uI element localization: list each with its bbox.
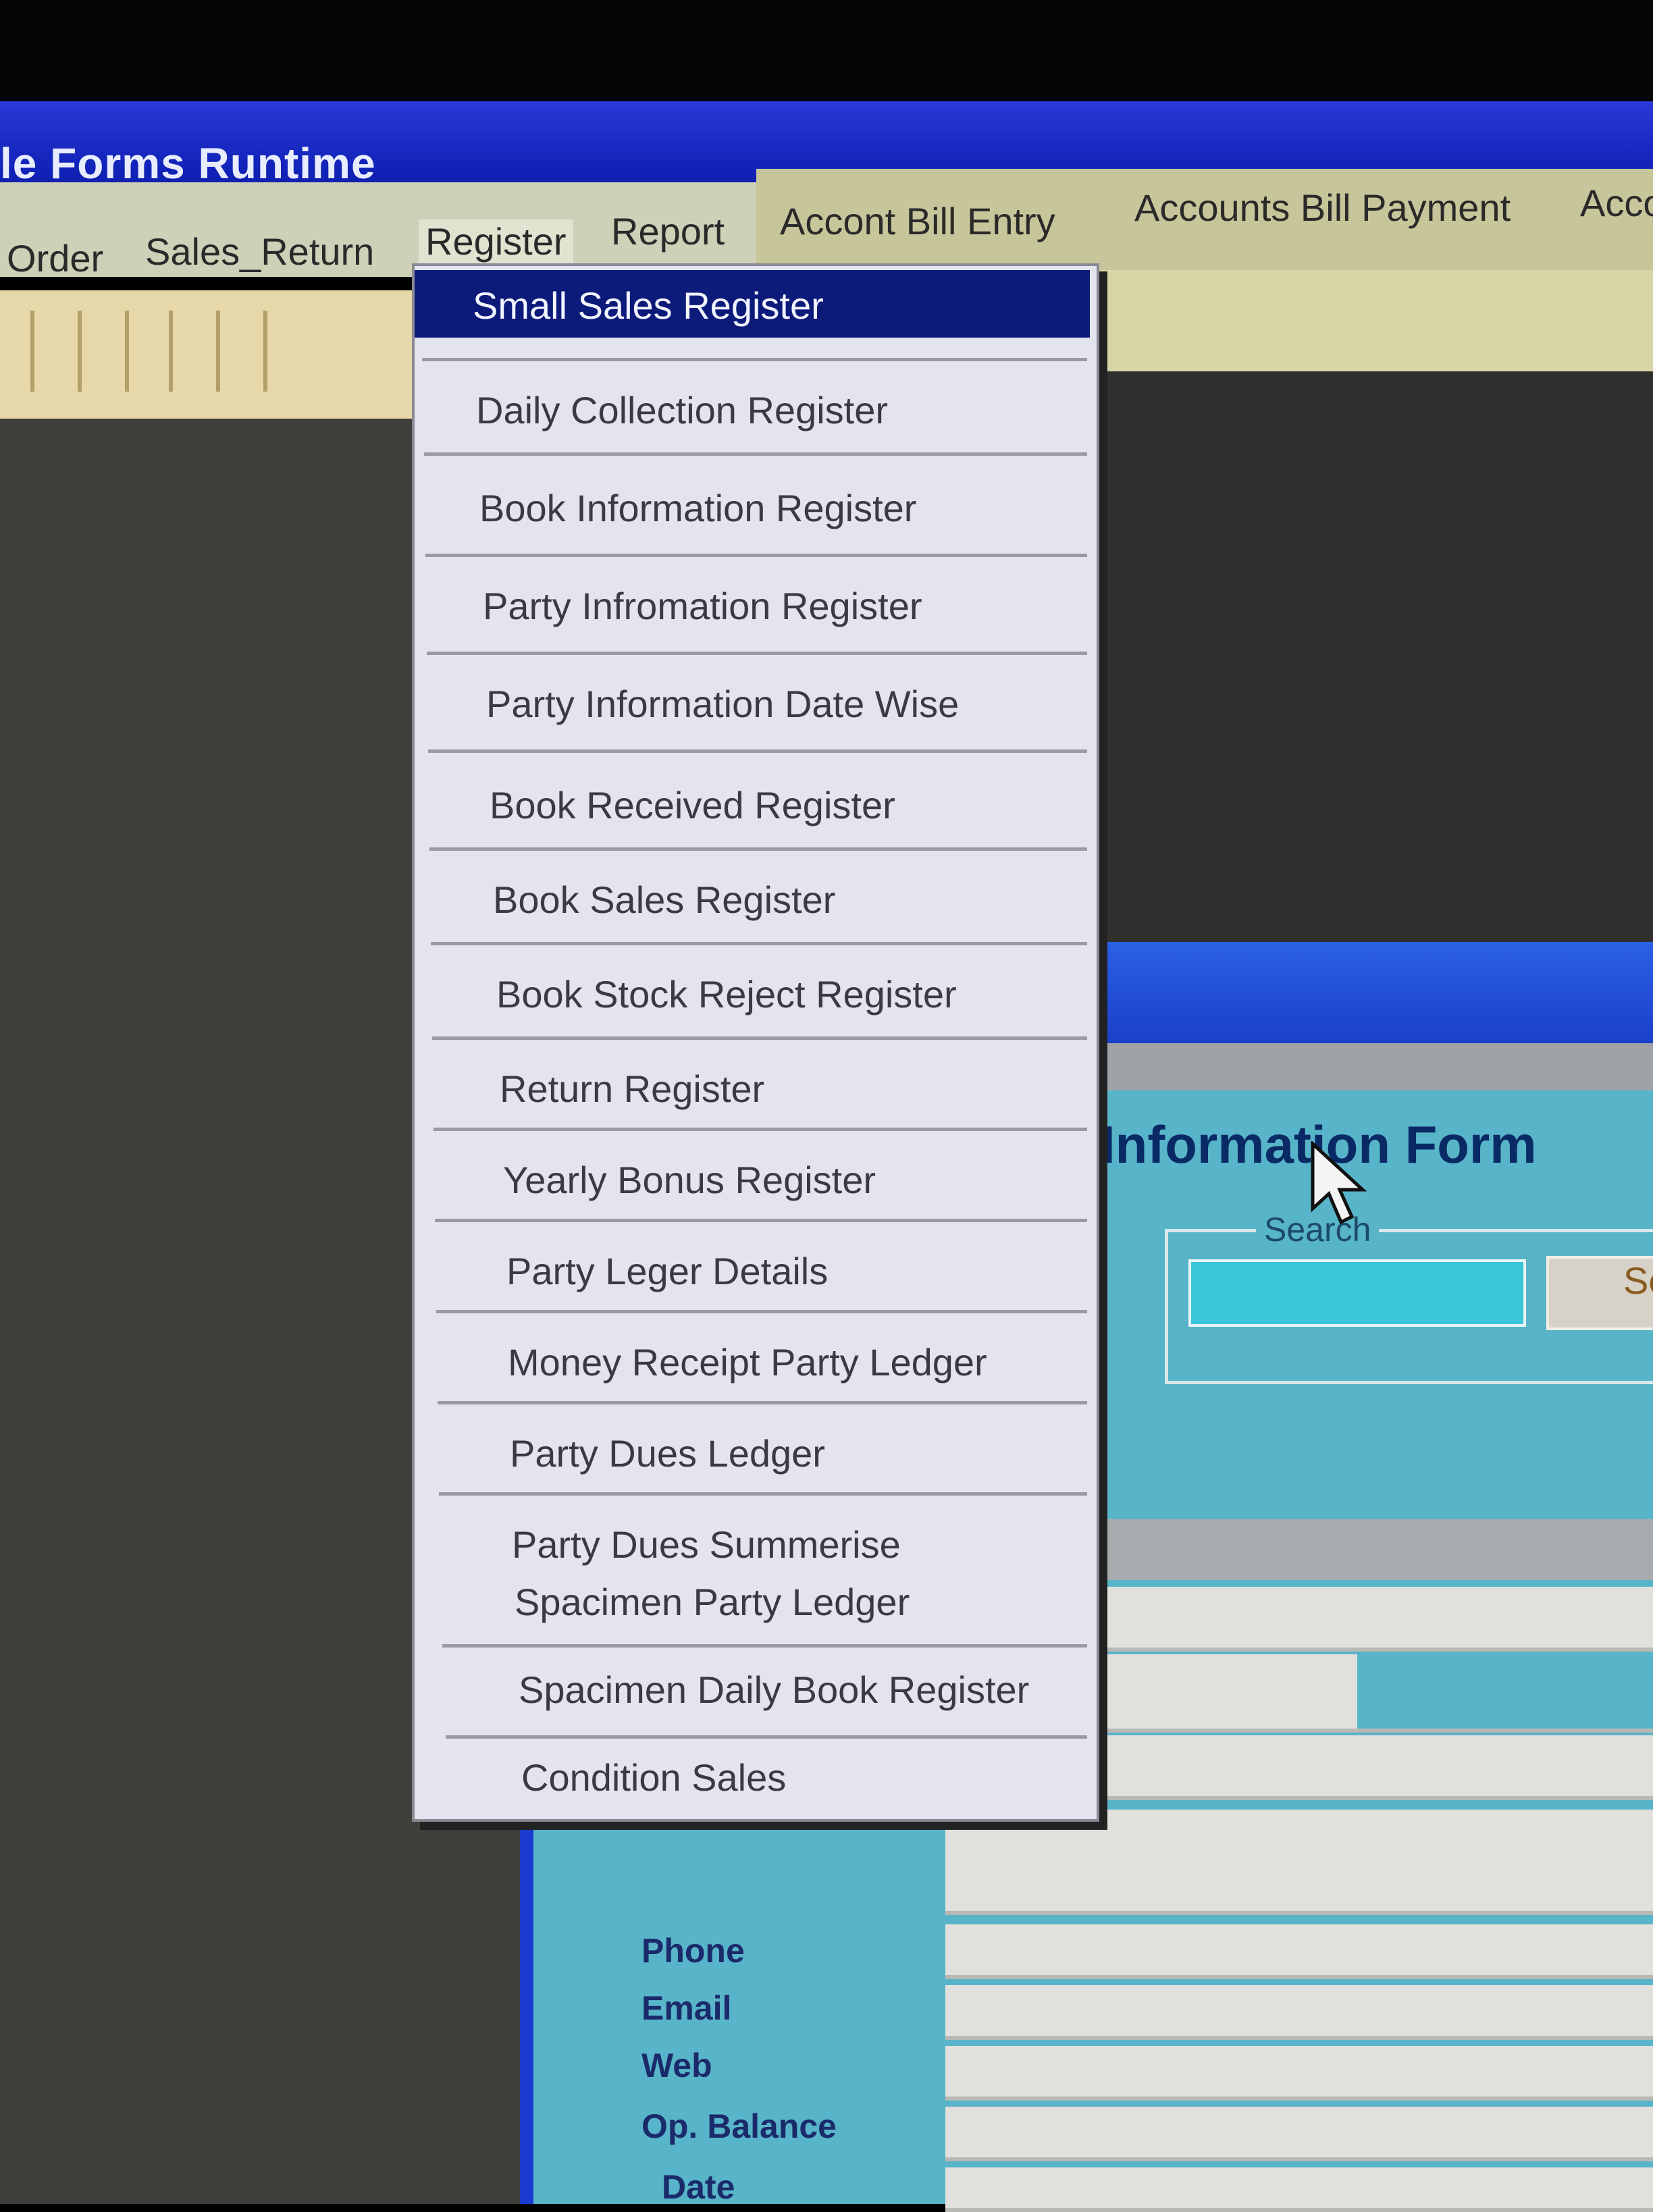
search-input[interactable] (1188, 1259, 1526, 1327)
toolbar-separator (78, 311, 82, 392)
menu-accounts-more[interactable]: Acco (1580, 181, 1653, 225)
menu-separator (434, 1128, 1087, 1131)
phone-field[interactable] (945, 1924, 1653, 1979)
menu-account-bill-entry[interactable]: Accont Bill Entry (780, 199, 1055, 243)
date-field[interactable] (945, 2167, 1653, 2212)
menu-item-daily-collection-register[interactable]: Daily Collection Register (476, 388, 888, 432)
menu-item-party-dues-summerise[interactable]: Party Dues Summerise (512, 1523, 901, 1566)
menu-report[interactable]: Report (611, 209, 725, 253)
menu-separator (432, 1036, 1087, 1040)
menu-separator (442, 1644, 1087, 1648)
toolbar-separator (30, 311, 34, 392)
mdi-background-dark (1080, 365, 1653, 945)
menu-separator (439, 1492, 1087, 1496)
menu-item-party-information-date-wise[interactable]: Party Information Date Wise (486, 682, 959, 726)
toolbar (0, 290, 419, 419)
menu-separator (438, 1401, 1087, 1404)
menu-separator (425, 554, 1087, 557)
menu-separator (424, 452, 1087, 456)
form-divider (1080, 1519, 1653, 1580)
form-field-accent (1357, 1654, 1653, 1729)
web-label: Web (641, 2047, 712, 2084)
menu-sales-return[interactable]: Sales_Return (145, 230, 374, 273)
toolbar-separator (169, 311, 173, 392)
menu-item-book-received-register[interactable]: Book Received Register (490, 783, 895, 827)
menu-item-small-sales-register[interactable]: Small Sales Register (473, 284, 824, 327)
menu-separator (446, 1735, 1087, 1739)
menu-item-book-sales-register[interactable]: Book Sales Register (493, 878, 835, 922)
menu-separator (428, 749, 1087, 753)
menu-item-condition-sales[interactable]: Condition Sales (521, 1756, 786, 1799)
email-label: Email (641, 1989, 732, 2027)
menu-item-spacimen-daily-book-register[interactable]: Spacimen Daily Book Register (519, 1668, 1029, 1712)
menu-separator (431, 942, 1087, 945)
address-field[interactable] (945, 1810, 1653, 1915)
mouse-cursor-icon (1311, 1141, 1367, 1225)
email-field[interactable] (945, 1985, 1653, 2040)
phone-label: Phone (641, 1932, 745, 1970)
menu-separator (436, 1310, 1087, 1313)
window-title: le Forms Runtime (0, 139, 376, 188)
menu-separator (435, 1219, 1087, 1222)
menu-item-book-stock-reject-register[interactable]: Book Stock Reject Register (496, 972, 957, 1016)
menu-separator (429, 847, 1087, 851)
menu-register[interactable]: Register (419, 219, 573, 263)
menu-item-yearly-bonus-register[interactable]: Yearly Bonus Register (503, 1158, 876, 1202)
menu-separator (427, 652, 1087, 655)
menu-order[interactable]: Order (7, 236, 103, 280)
menu-item-party-dues-ledger[interactable]: Party Dues Ledger (510, 1431, 825, 1475)
web-field[interactable] (945, 2046, 1653, 2101)
menu-accounts-bill-payment[interactable]: Accounts Bill Payment (1134, 186, 1511, 230)
menu-separator (422, 358, 1087, 361)
menu-item-spacimen-party-ledger[interactable]: Spacimen Party Ledger (515, 1580, 910, 1624)
menu-item-party-infromation-register[interactable]: Party Infromation Register (483, 584, 922, 628)
form-toolbar (1080, 1043, 1653, 1090)
toolbar-separator (216, 311, 220, 392)
menu-item-return-register[interactable]: Return Register (500, 1067, 764, 1111)
menu-item-party-leger-details[interactable]: Party Leger Details (506, 1249, 828, 1293)
date-label: Date (662, 2168, 735, 2206)
form-left-border (520, 1810, 533, 2204)
op-balance-field[interactable] (945, 2107, 1653, 2161)
menu-item-book-information-register[interactable]: Book Information Register (479, 486, 916, 530)
search-button[interactable]: Se (1546, 1256, 1653, 1330)
op-balance-label: Op. Balance (641, 2107, 837, 2145)
form-titlebar[interactable] (1080, 942, 1653, 1043)
menu-item-money-receipt-party-ledger[interactable]: Money Receipt Party Ledger (508, 1340, 987, 1384)
toolbar-separator (125, 311, 129, 392)
toolbar-extension (1094, 270, 1653, 371)
toolbar-separator (263, 311, 267, 392)
